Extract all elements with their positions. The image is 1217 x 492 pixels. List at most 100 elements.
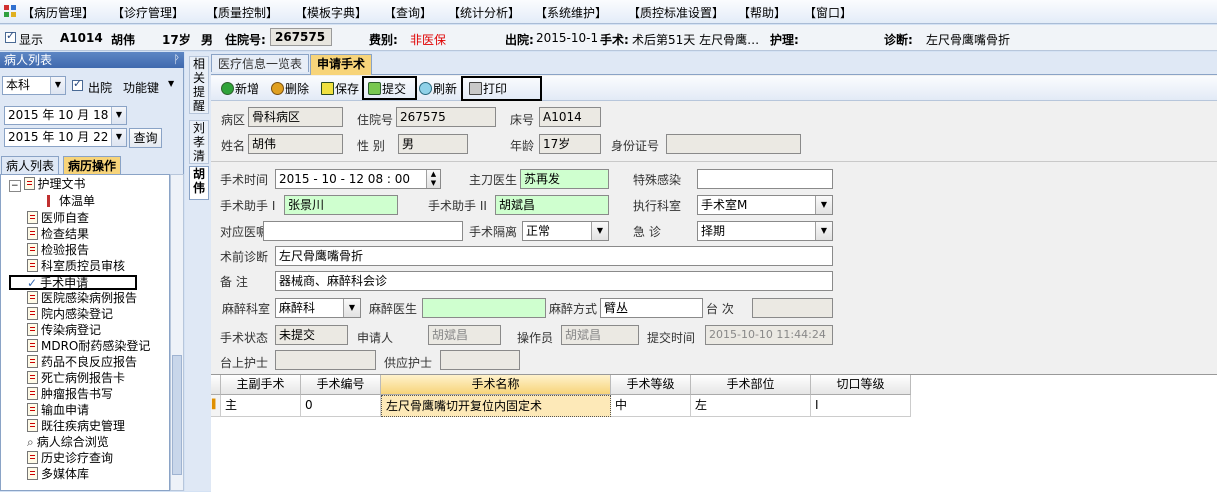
grid-header[interactable]: 手术部位 bbox=[691, 375, 811, 395]
collapse-icon[interactable]: − bbox=[9, 180, 21, 192]
nurse-label: 台上护士 bbox=[220, 356, 269, 370]
tab-surgery-application[interactable]: 申请手术 bbox=[310, 54, 373, 75]
tree-item[interactable]: 历史诊疗查询 bbox=[27, 451, 113, 466]
menu-window[interactable]: 【窗口】 bbox=[804, 4, 852, 21]
menu-query[interactable]: 【查询】 bbox=[384, 4, 432, 21]
side-tab-reminders[interactable]: 相关提醒 bbox=[189, 56, 209, 114]
main-area: 医疗信息一览表 申请手术 新增 删除 保存 提交 刷新 打印 病区 骨科病区 住… bbox=[211, 52, 1217, 492]
tree-item[interactable]: 死亡病例报告卡 bbox=[27, 371, 125, 386]
tree-item[interactable]: 检查结果 bbox=[27, 227, 89, 242]
tree-item[interactable]: 医院感染病例报告 bbox=[27, 291, 137, 306]
refresh-button[interactable]: 刷新 bbox=[419, 80, 457, 97]
tree-item[interactable]: 输血申请 bbox=[27, 403, 89, 418]
tab-patient-list[interactable]: 病人列表 bbox=[1, 156, 60, 174]
tree-item[interactable]: 肿瘤报告书写 bbox=[27, 387, 113, 402]
name-label: 姓名 bbox=[221, 139, 246, 153]
table-cell[interactable]: 主 bbox=[221, 395, 301, 417]
tree-item[interactable]: 医师自查 bbox=[27, 211, 89, 226]
note-field[interactable]: 器械商、麻醉科会诊 bbox=[275, 271, 833, 291]
chevron-down-icon[interactable]: ▼ bbox=[168, 79, 174, 88]
side-tab-doctor[interactable]: 刘孝清 bbox=[189, 120, 209, 164]
dept-select[interactable]: 本科 ▼ bbox=[2, 76, 66, 95]
menu-template[interactable]: 【模板字典】 bbox=[295, 4, 367, 21]
end-date-picker[interactable]: 2015 年 10 月 22 ▼ bbox=[4, 128, 127, 147]
menu-system[interactable]: 【系统维护】 bbox=[535, 4, 607, 21]
applicant-label: 申请人 bbox=[357, 331, 394, 345]
tree-item[interactable]: 既往疾病史管理 bbox=[27, 419, 125, 434]
grid-header[interactable]: 切口等级 bbox=[811, 375, 911, 395]
scroll-thumb[interactable] bbox=[172, 355, 182, 475]
menu-help[interactable]: 【帮助】 bbox=[738, 4, 786, 21]
tree-item[interactable]: 多媒体库 bbox=[27, 467, 89, 482]
start-date-picker[interactable]: 2015 年 10 月 18 ▼ bbox=[4, 106, 127, 125]
menu-stats[interactable]: 【统计分析】 bbox=[448, 4, 520, 21]
save-button[interactable]: 保存 bbox=[321, 80, 359, 97]
func-key-menu[interactable]: 功能键 bbox=[123, 79, 159, 96]
anes-method-label: 麻醉方式 bbox=[549, 302, 598, 316]
tree-item[interactable]: 药品不良反应报告 bbox=[27, 355, 137, 370]
chevron-down-icon[interactable]: ▼ bbox=[111, 129, 126, 146]
table-cell[interactable]: 左 bbox=[691, 395, 811, 417]
chevron-down-icon[interactable]: ▼ bbox=[815, 196, 832, 214]
side-tab-patient[interactable]: 胡伟 bbox=[189, 166, 209, 200]
tree-scrollbar[interactable] bbox=[170, 174, 184, 491]
infection-field[interactable] bbox=[697, 169, 833, 189]
pre-diag-field[interactable]: 左尺骨鹰嘴骨折 bbox=[275, 246, 833, 266]
tree-item-surgery-application[interactable]: ✓ 手术申请 bbox=[9, 275, 137, 290]
order-field[interactable] bbox=[263, 221, 463, 241]
tree-item-nursing[interactable]: − 护理文书 bbox=[9, 177, 86, 194]
grid-header[interactable]: 主副手术 bbox=[221, 375, 301, 395]
pin-icon[interactable]: ᚹ bbox=[173, 52, 180, 68]
grid-header[interactable]: 手术名称 bbox=[381, 375, 611, 395]
chevron-down-icon[interactable]: ▼ bbox=[50, 77, 65, 94]
operator-field: 胡斌昌 bbox=[561, 325, 639, 345]
assistant1-field[interactable]: 张景川 bbox=[284, 195, 398, 215]
tab-record-ops[interactable]: 病历操作 bbox=[63, 156, 122, 174]
tree-item[interactable]: 传染病登记 bbox=[27, 323, 101, 338]
panel-title: 病人列表 ᚹ bbox=[0, 52, 184, 68]
menu-medical-record[interactable]: 【病历管理】 bbox=[22, 4, 94, 21]
table-cell[interactable]: 0 bbox=[301, 395, 381, 417]
seq-field bbox=[752, 298, 833, 318]
anes-dept-select[interactable]: 麻醉科 ▼ bbox=[275, 298, 361, 318]
op-time-field[interactable]: 2015 - 10 - 12 08 : 00 ▲ ▼ bbox=[275, 169, 441, 189]
isolation-select[interactable]: 正常 ▼ bbox=[522, 221, 609, 241]
menu-quality[interactable]: 【质量控制】 bbox=[206, 4, 278, 21]
exec-dept-select[interactable]: 手术室M ▼ bbox=[697, 195, 833, 215]
chevron-down-icon[interactable]: ▼ bbox=[591, 222, 608, 240]
tree-item[interactable]: 院内感染登记 bbox=[27, 307, 113, 322]
anes-method-field[interactable]: 臂丛 bbox=[600, 298, 703, 318]
tree-item[interactable]: MDRO耐药感染登记 bbox=[27, 339, 150, 354]
row-indicator-icon[interactable]: ▌ bbox=[211, 395, 221, 417]
menu-qc-standard[interactable]: 【质控标准设置】 bbox=[628, 4, 724, 21]
grid-header[interactable]: 手术编号 bbox=[301, 375, 381, 395]
tab-medical-overview[interactable]: 医疗信息一览表 bbox=[211, 54, 310, 72]
menu-treatment[interactable]: 【诊疗管理】 bbox=[112, 4, 184, 21]
tree-item[interactable]: ⌕ 病人综合浏览 bbox=[27, 435, 109, 450]
surgeon-field[interactable]: 苏再发 bbox=[520, 169, 609, 189]
table-cell[interactable]: 左尺骨鹰嘴切开复位内固定术 bbox=[381, 395, 611, 417]
tree-item-temperature[interactable]: 体温单 bbox=[47, 194, 95, 209]
query-button[interactable]: 查询 bbox=[129, 128, 162, 148]
grid-header[interactable]: 手术等级 bbox=[611, 375, 691, 395]
delete-button[interactable]: 删除 bbox=[271, 80, 309, 97]
order-label: 对应医嘱 bbox=[220, 225, 269, 239]
patient-name: 胡伟 bbox=[111, 33, 136, 47]
urgent-select[interactable]: 择期 ▼ bbox=[697, 221, 833, 241]
save-icon bbox=[321, 82, 334, 95]
patient-sex: 男 bbox=[201, 33, 214, 47]
table-cell[interactable]: I bbox=[811, 395, 911, 417]
tree-item[interactable]: 科室质控员审核 bbox=[27, 259, 125, 274]
app-icon bbox=[4, 5, 16, 17]
chevron-down-icon[interactable]: ▼ bbox=[111, 107, 126, 124]
spinner-icon[interactable]: ▲ ▼ bbox=[426, 170, 440, 188]
assistant2-field[interactable]: 胡斌昌 bbox=[495, 195, 609, 215]
chevron-down-icon[interactable]: ▼ bbox=[343, 299, 360, 317]
chevron-down-icon[interactable]: ▼ bbox=[815, 222, 832, 240]
tree-item[interactable]: 检验报告 bbox=[27, 243, 89, 258]
table-cell[interactable]: 中 bbox=[611, 395, 691, 417]
anes-doctor-field[interactable] bbox=[422, 298, 546, 318]
discharged-checkbox[interactable] bbox=[72, 77, 83, 91]
show-checkbox[interactable] bbox=[5, 29, 16, 43]
add-button[interactable]: 新增 bbox=[221, 80, 259, 97]
